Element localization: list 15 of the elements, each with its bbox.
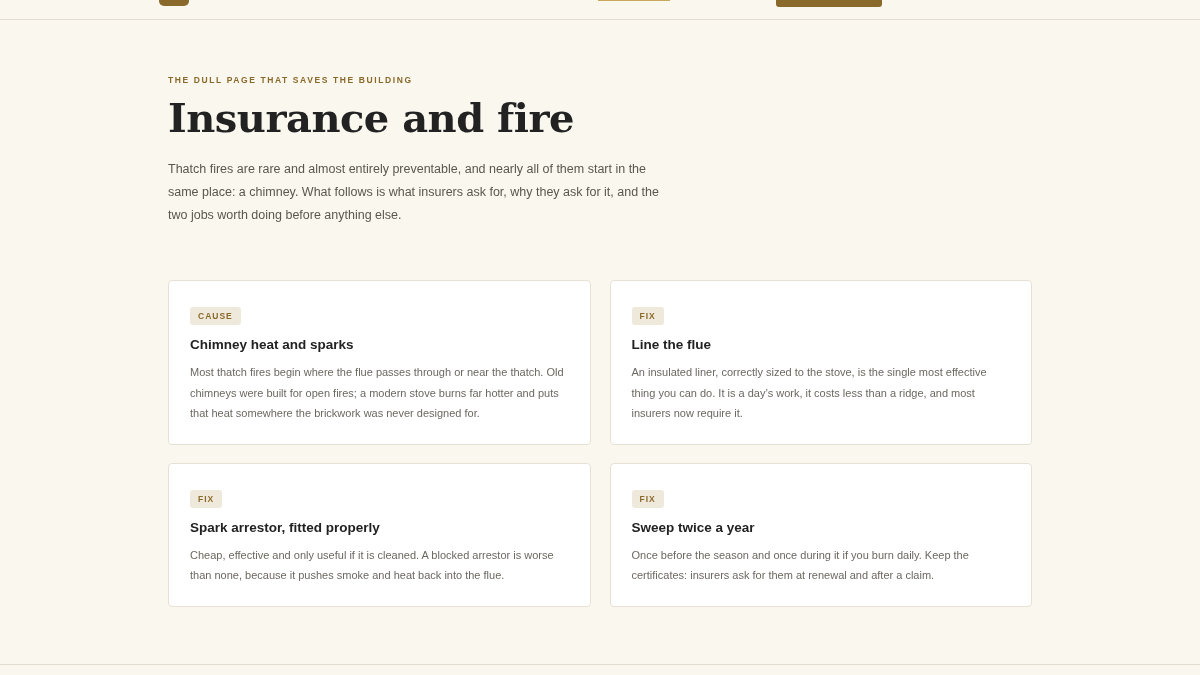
card-text: Most thatch fires begin where the flue passes through or near the thatch. Old chimneys were built for open fires; a modern stove burns far hotter and puts that heat somewhere the brickwork was never designed for. bbox=[190, 365, 565, 421]
card-heading: Sweep twice a year bbox=[631, 519, 756, 535]
card-heading: Line the flue bbox=[631, 337, 712, 352]
card-text: An insulated liner, correctly sized to the stove, is the single most effective thing you can do. It is a day’s work, it costs less than a ridge, and most insurers now require it. bbox=[631, 365, 988, 421]
card-heading: Chimney heat and sparks bbox=[190, 337, 355, 352]
card-text: Once before the season and once during it if you burn daily. Keep the certificates: insurers ask for them at renewal and after a claim. bbox=[631, 547, 970, 583]
category-tag: FIX bbox=[190, 489, 223, 508]
eyebrow-label: THE DULL PAGE THAT SAVES THE BUILDING bbox=[168, 75, 414, 85]
intro-text: Thatch fires are rare and almost entirely preventable, and nearly all of them start in the same place: a chimney. What follows is what insurers ask for, why they ask for it, and the two jobs worth doing before anything else. bbox=[168, 161, 660, 224]
card-text: Cheap, effective and only useful if it is cleaned. A blocked arrestor is worse than none, because it pushes smoke and heat back into the flue. bbox=[190, 547, 555, 583]
category-tag: FIX bbox=[631, 489, 664, 508]
card-heading: Spark arrestor, fitted properly bbox=[190, 519, 381, 535]
page-title: Insurance and fire bbox=[168, 94, 576, 141]
category-tag: FIX bbox=[631, 307, 664, 325]
category-tag: CAUSE bbox=[190, 307, 241, 325]
